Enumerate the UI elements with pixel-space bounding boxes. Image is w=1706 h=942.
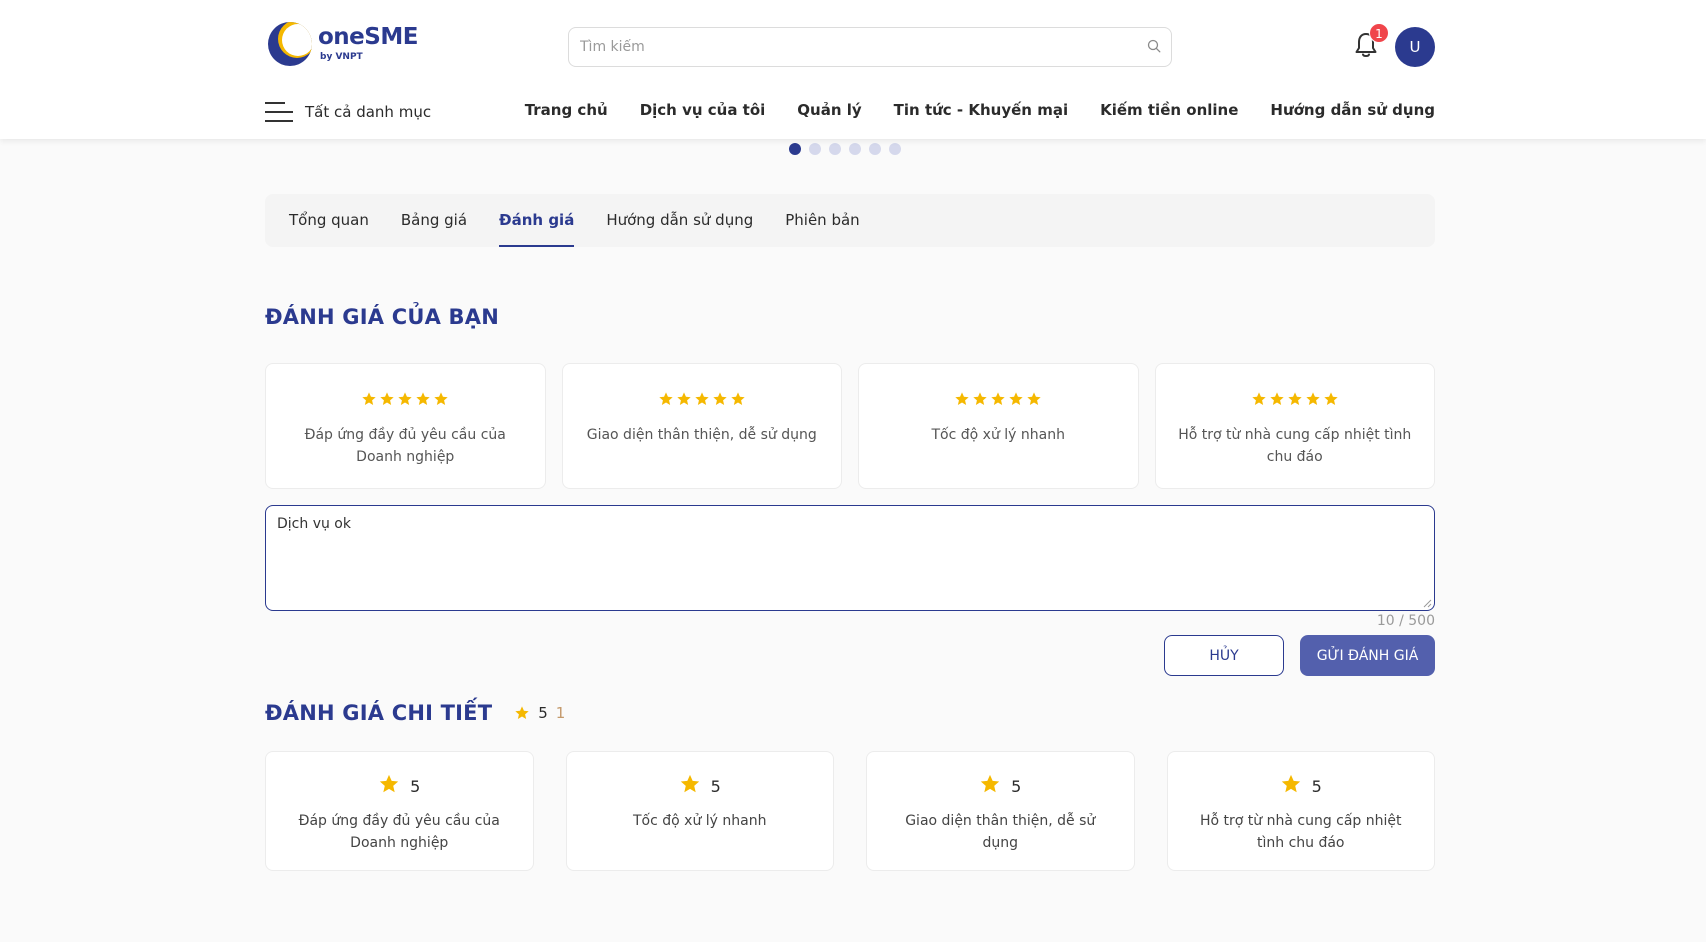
detail-criteria: 5 Đáp ứng đầy đủ yêu cầu của Doanh nghiệ… bbox=[265, 751, 1435, 871]
star-icon[interactable] bbox=[433, 391, 449, 407]
carousel-dot[interactable] bbox=[829, 143, 841, 155]
average-score: 5 bbox=[538, 704, 548, 722]
star-icon bbox=[680, 774, 699, 793]
search-icon[interactable] bbox=[1147, 39, 1161, 53]
nav-earn-online[interactable]: Kiếm tiền online bbox=[1100, 101, 1238, 119]
star-icon[interactable] bbox=[415, 391, 431, 407]
cancel-button[interactable]: HỦY bbox=[1164, 635, 1284, 676]
carousel-dots bbox=[789, 143, 901, 155]
detail-score: 5 bbox=[410, 776, 421, 796]
tab-pricing[interactable]: Bảng giá bbox=[401, 194, 467, 247]
star-icon[interactable] bbox=[1305, 391, 1321, 407]
rating-card: Giao diện thân thiện, dễ sử dụng bbox=[561, 363, 842, 489]
rating-label: Hỗ trợ từ nhà cung cấp nhiệt tình chu đá… bbox=[1178, 427, 1412, 465]
star-icon[interactable] bbox=[676, 391, 692, 407]
star-icon[interactable] bbox=[954, 391, 970, 407]
carousel-dot[interactable] bbox=[869, 143, 881, 155]
star-rating[interactable] bbox=[859, 391, 1138, 409]
logo-mark-icon bbox=[268, 22, 312, 66]
product-tabs: Tổng quan Bảng giá Đánh giá Hướng dẫn sử… bbox=[265, 194, 1435, 247]
avatar[interactable]: U bbox=[1395, 27, 1435, 67]
logo-name: oneSME bbox=[318, 24, 418, 50]
carousel-dot[interactable] bbox=[789, 143, 801, 155]
tab-overview[interactable]: Tổng quan bbox=[289, 194, 369, 247]
comment-box: Dịch vụ ok bbox=[265, 505, 1435, 611]
detail-label: Tốc độ xử lý nhanh bbox=[633, 813, 767, 829]
carousel-dot[interactable] bbox=[809, 143, 821, 155]
tab-user-guide[interactable]: Hướng dẫn sử dụng bbox=[606, 194, 753, 247]
tab-versions[interactable]: Phiên bản bbox=[785, 194, 859, 247]
star-icon[interactable] bbox=[397, 391, 413, 407]
star-icon[interactable] bbox=[730, 391, 746, 407]
star-icon[interactable] bbox=[990, 391, 1006, 407]
star-icon[interactable] bbox=[1269, 391, 1285, 407]
logo[interactable]: oneSME by VNPT bbox=[268, 22, 418, 66]
rating-label: Tốc độ xử lý nhanh bbox=[931, 427, 1065, 443]
star-icon bbox=[379, 774, 399, 793]
star-icon[interactable] bbox=[379, 391, 395, 407]
review-count: 1 bbox=[555, 704, 566, 722]
notification-badge: 1 bbox=[1369, 23, 1389, 43]
detail-score: 5 bbox=[1311, 776, 1322, 796]
detail-card: 5 Giao diện thân thiện, dễ sử dụng bbox=[866, 751, 1135, 871]
star-icon[interactable] bbox=[1287, 391, 1303, 407]
nav-user-guide[interactable]: Hướng dẫn sử dụng bbox=[1270, 101, 1435, 119]
detail-review-header: ĐÁNH GIÁ CHI TIẾT 5 1 bbox=[265, 700, 565, 726]
star-icon[interactable] bbox=[1008, 391, 1024, 407]
rating-card: Tốc độ xử lý nhanh bbox=[858, 363, 1139, 489]
search-input[interactable] bbox=[569, 28, 1109, 66]
submit-review-button[interactable]: GỬI ĐÁNH GIÁ bbox=[1300, 635, 1435, 676]
star-icon bbox=[980, 774, 1000, 793]
search-box bbox=[568, 27, 1172, 67]
nav-manage[interactable]: Quản lý bbox=[797, 101, 861, 119]
tab-reviews[interactable]: Đánh giá bbox=[499, 194, 575, 247]
detail-label: Đáp ứng đầy đủ yêu cầu của Doanh nghiệp bbox=[298, 813, 500, 851]
resize-handle-icon[interactable] bbox=[1422, 598, 1432, 608]
rating-label: Đáp ứng đầy đủ yêu cầu của Doanh nghiệp bbox=[304, 427, 506, 465]
star-rating[interactable] bbox=[266, 391, 545, 409]
detail-score: 5 bbox=[1011, 776, 1022, 796]
star-icon[interactable] bbox=[1323, 391, 1339, 407]
rating-label: Giao diện thân thiện, dễ sử dụng bbox=[586, 427, 817, 443]
character-counter: 10 / 500 bbox=[1376, 613, 1435, 629]
hamburger-menu-icon bbox=[265, 100, 293, 124]
all-categories-label: Tất cả danh mục bbox=[305, 103, 432, 121]
average-rating: 5 1 bbox=[514, 704, 565, 722]
nav-home[interactable]: Trang chủ bbox=[525, 101, 608, 119]
carousel-dot[interactable] bbox=[889, 143, 901, 155]
comment-textarea[interactable]: Dịch vụ ok bbox=[266, 506, 1434, 610]
carousel-dot[interactable] bbox=[849, 143, 861, 155]
detail-score: 5 bbox=[710, 776, 721, 796]
detail-card: 5 Đáp ứng đầy đủ yêu cầu của Doanh nghiệ… bbox=[265, 751, 534, 871]
rating-card: Hỗ trợ từ nhà cung cấp nhiệt tình chu đá… bbox=[1154, 363, 1435, 489]
nav-news-promotions[interactable]: Tin tức - Khuyến mại bbox=[894, 101, 1068, 119]
logo-sub: by VNPT bbox=[320, 52, 363, 62]
your-review-title: ĐÁNH GIÁ CỦA BẠN bbox=[265, 305, 499, 329]
all-categories-button[interactable]: Tất cả danh mục bbox=[265, 100, 431, 124]
star-icon[interactable] bbox=[658, 391, 674, 407]
star-icon[interactable] bbox=[694, 391, 710, 407]
rating-criteria: Đáp ứng đầy đủ yêu cầu của Doanh nghiệp … bbox=[265, 363, 1435, 489]
header: oneSME by VNPT 1 U Tất cả danh mục Trang… bbox=[0, 0, 1706, 139]
detail-card: 5 Tốc độ xử lý nhanh bbox=[565, 751, 834, 871]
main-nav: Trang chủ Dịch vụ của tôi Quản lý Tin tứ… bbox=[525, 101, 1435, 119]
star-rating[interactable] bbox=[563, 391, 842, 409]
star-icon[interactable] bbox=[1251, 391, 1267, 407]
star-icon[interactable] bbox=[712, 391, 728, 407]
star-icon bbox=[515, 706, 529, 719]
nav-my-services[interactable]: Dịch vụ của tôi bbox=[640, 101, 766, 119]
star-rating[interactable] bbox=[1156, 391, 1435, 409]
star-icon[interactable] bbox=[972, 391, 988, 407]
detail-card: 5 Hỗ trợ từ nhà cung cấp nhiệt tình chu … bbox=[1166, 751, 1435, 871]
rating-card: Đáp ứng đầy đủ yêu cầu của Doanh nghiệp bbox=[265, 363, 546, 489]
star-icon[interactable] bbox=[1026, 391, 1042, 407]
detail-review-title: ĐÁNH GIÁ CHI TIẾT bbox=[265, 701, 493, 725]
detail-label: Hỗ trợ từ nhà cung cấp nhiệt tình chu đá… bbox=[1199, 813, 1402, 851]
star-icon[interactable] bbox=[361, 391, 377, 407]
detail-label: Giao diện thân thiện, dễ sử dụng bbox=[905, 813, 1096, 851]
star-icon bbox=[1281, 774, 1300, 793]
